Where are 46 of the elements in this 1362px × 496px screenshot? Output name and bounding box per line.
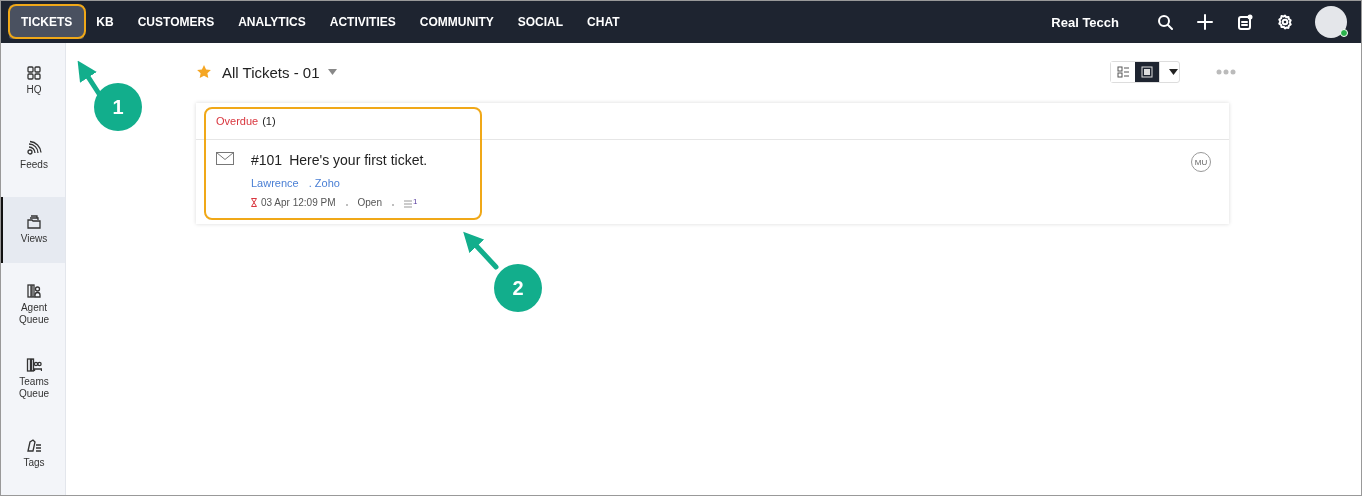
tag-icon <box>26 437 42 454</box>
group-count: (1) <box>262 115 276 127</box>
nav-tab[interactable]: KB <box>84 5 126 39</box>
nav-tab[interactable]: COMMUNITY <box>407 5 506 39</box>
sidebar-item[interactable]: Teams Queue <box>1 346 65 412</box>
star-icon[interactable] <box>196 64 212 80</box>
list-icon <box>1117 66 1129 78</box>
nav-tab[interactable]: SOCIAL <box>505 5 576 39</box>
feed-icon <box>26 139 42 156</box>
sidebar-item[interactable]: Tags <box>1 420 65 486</box>
search-icon[interactable] <box>1157 14 1173 30</box>
portal-name[interactable]: Real Tecch <box>1051 14 1119 30</box>
sidebar-item[interactable]: HQ <box>1 48 65 114</box>
group-label: Overdue <box>216 115 259 127</box>
sidebar-item[interactable]: Agent Queue <box>1 271 65 337</box>
ticket-subject[interactable]: Here's your first ticket. <box>289 152 428 168</box>
nav-tab[interactable]: ANALYTICS <box>226 5 318 39</box>
settings-icon[interactable] <box>1277 14 1293 30</box>
thread-icon <box>403 200 412 208</box>
caret-icon[interactable] <box>327 69 337 75</box>
card-view-button[interactable] <box>1135 62 1159 82</box>
card-icon <box>1141 66 1153 78</box>
teams-queue-icon <box>26 357 42 374</box>
folder-icon <box>26 214 42 231</box>
hourglass-icon <box>251 198 257 207</box>
step-badge: 1 <box>94 83 142 131</box>
plus-icon[interactable] <box>1197 14 1213 30</box>
grid-icon <box>26 65 42 82</box>
mail-icon <box>216 152 234 165</box>
nav-tab[interactable]: ACTIVITIES <box>317 5 408 39</box>
user-avatar[interactable] <box>1315 6 1347 38</box>
contact-link[interactable]: Lawrence <box>251 177 299 189</box>
nav-tab[interactable]: CUSTOMERS <box>125 5 227 39</box>
account-link[interactable]: . Zoho <box>308 177 340 189</box>
ticket-number[interactable]: #101 <box>251 152 283 168</box>
due-date: 03 Apr 12:09 PM <box>261 197 336 208</box>
nav-tab[interactable]: CHAT <box>575 5 632 39</box>
step-badge: 2 <box>494 264 542 312</box>
agent-queue-icon <box>26 282 42 299</box>
notes-icon[interactable] <box>1237 14 1253 30</box>
ticket-status[interactable]: Open <box>357 197 382 208</box>
view-title[interactable]: All Tickets - 01 <box>222 63 320 81</box>
thread-count[interactable]: 1 <box>403 197 418 208</box>
sidebar-item[interactable]: Views <box>1 197 65 263</box>
sidebar-item[interactable]: Feeds <box>1 122 65 188</box>
dropdown-caret-icon[interactable] <box>1169 69 1178 75</box>
